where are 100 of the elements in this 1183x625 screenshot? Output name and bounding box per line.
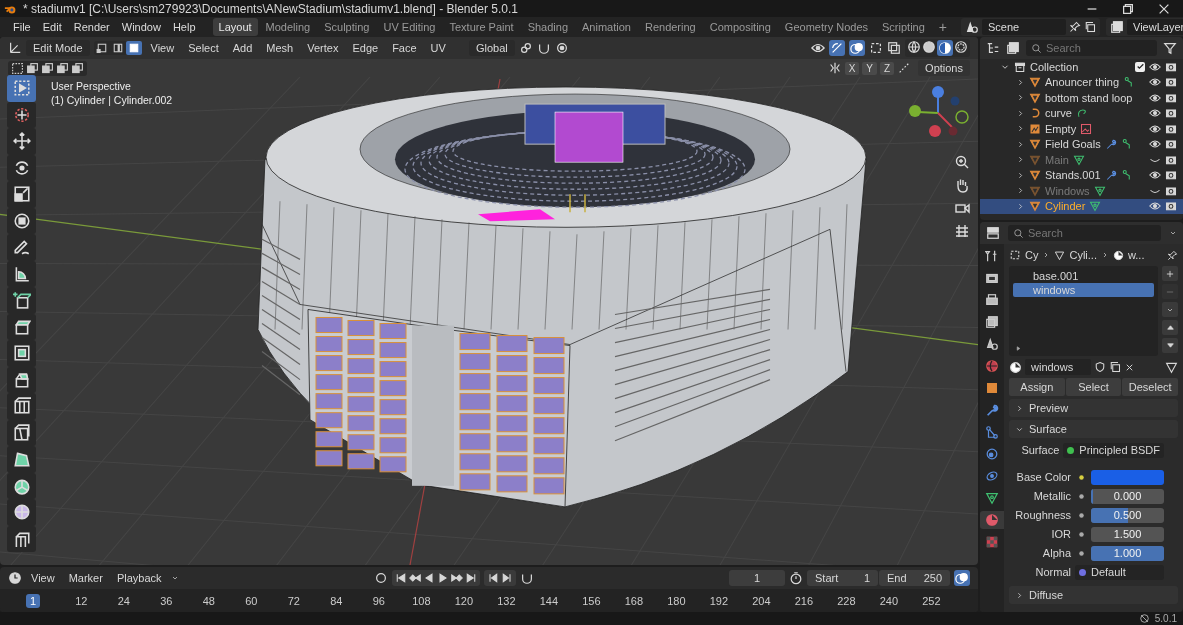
scene-field[interactable]: Scene (982, 19, 1066, 35)
solid-shading-icon[interactable] (922, 40, 936, 54)
menu-item[interactable]: Edit (37, 19, 67, 35)
selection-mode-icon[interactable] (56, 61, 69, 75)
copy-icon[interactable] (1109, 361, 1121, 373)
axis-toggle[interactable]: X (844, 61, 860, 75)
keyframe-record-icon[interactable] (373, 571, 388, 585)
navigation-gizmo-drawing[interactable] (909, 86, 969, 138)
play-icon[interactable] (436, 572, 449, 584)
copy-icon[interactable] (1084, 21, 1096, 33)
collection-name[interactable]: Collection (1030, 60, 1131, 73)
menu-item[interactable]: Mesh (261, 40, 299, 56)
camera-icon[interactable] (1165, 91, 1177, 104)
eye-icon[interactable] (811, 41, 825, 55)
workspace-tab[interactable]: Sculpting (318, 18, 376, 36)
clock-icon[interactable] (8, 571, 22, 585)
scene-icon[interactable] (965, 20, 979, 34)
selection-mode-icon[interactable] (41, 61, 54, 75)
menu-item[interactable]: View (145, 40, 180, 56)
workspace-tab[interactable]: Scripting (876, 18, 931, 36)
camera-icon[interactable] (1165, 200, 1177, 213)
axis-toggle[interactable]: Y (862, 61, 877, 75)
outliner-row[interactable]: Empty (980, 121, 1183, 137)
wireframe-shading-icon[interactable] (907, 40, 921, 54)
image-stack-icon[interactable] (1006, 41, 1020, 55)
triangle-mesh-icon[interactable] (1093, 184, 1106, 197)
expand-list-icon[interactable] (1015, 345, 1022, 352)
outliner-row[interactable]: Anouncer thing (980, 74, 1183, 90)
wrench-icon[interactable] (1104, 169, 1117, 182)
triangle-mesh-icon[interactable] (1072, 153, 1085, 166)
triangle-mesh-icon[interactable] (1165, 360, 1178, 374)
properties-search-field[interactable]: Search (1008, 225, 1161, 241)
outliner-row[interactable]: curve (980, 105, 1183, 121)
axis-toggle[interactable]: Z (879, 61, 895, 75)
current-frame-field[interactable]: 1 (729, 570, 785, 586)
pin-icon[interactable] (1069, 21, 1081, 33)
proportional-edit-icon[interactable] (554, 41, 569, 55)
camera-icon[interactable] (1165, 153, 1177, 166)
socket-dot-icon[interactable] (1076, 491, 1086, 501)
vertex-select-icon[interactable] (95, 42, 108, 54)
end-frame-field[interactable]: End 250 (879, 570, 950, 586)
start-frame-field[interactable]: Start 1 (807, 570, 878, 586)
eye-icon[interactable] (1149, 122, 1161, 135)
socket-dot-icon[interactable] (1076, 548, 1086, 558)
mesh-edit-overlay-icon[interactable] (869, 41, 883, 55)
vertex-group-icon[interactable] (1120, 138, 1133, 151)
rendered-shading-icon[interactable] (954, 40, 968, 54)
slot-action-button[interactable]: Assign (1009, 378, 1065, 396)
add-workspace-button[interactable]: + (932, 16, 953, 38)
vertex-group-icon[interactable] (1120, 169, 1133, 182)
outliner-row[interactable]: Field Goals (980, 136, 1183, 152)
exclude-checkbox[interactable] (1135, 61, 1145, 72)
vertex-group-icon[interactable] (1123, 76, 1135, 89)
zoom-icon[interactable] (954, 154, 970, 170)
tool-button[interactable] (7, 101, 36, 128)
selection-mode-icon[interactable] (11, 61, 24, 75)
next-keyframe-icon[interactable] (450, 572, 463, 584)
step-back-icon[interactable] (486, 572, 499, 584)
menu-item[interactable]: View (26, 570, 60, 586)
value-slider[interactable]: 1.000 (1091, 545, 1164, 561)
outliner-search-field[interactable]: Search (1026, 40, 1157, 56)
workspace-tab[interactable]: Layout (212, 18, 258, 36)
eye-icon[interactable] (1149, 107, 1161, 120)
add-slot-button[interactable] (1162, 266, 1178, 281)
move-up-button[interactable] (1162, 320, 1178, 335)
tool-button[interactable] (7, 525, 36, 552)
previous-keyframe-icon[interactable] (408, 572, 421, 584)
outliner-row[interactable]: Cylinder (980, 198, 1183, 214)
image-icon[interactable] (1080, 122, 1093, 135)
material-sphere-icon[interactable] (1009, 360, 1022, 374)
panel-header[interactable]: Diffuse (1009, 586, 1178, 604)
camera-icon[interactable] (1165, 76, 1177, 89)
panel-header[interactable]: Preview (1009, 399, 1178, 417)
eye-icon[interactable] (1149, 169, 1161, 182)
socket-dot-icon[interactable] (1076, 510, 1086, 520)
options-dropdown[interactable]: Options (918, 60, 970, 76)
curve-data-icon[interactable] (1075, 107, 1088, 120)
selection-mode-icon[interactable] (71, 61, 84, 75)
eye-icon[interactable] (1149, 200, 1161, 213)
menu-item[interactable]: Face (387, 40, 422, 56)
pin-icon[interactable] (1167, 249, 1178, 261)
socket-dot-icon[interactable] (1076, 472, 1086, 482)
camera-icon[interactable] (1165, 138, 1177, 151)
material-slot[interactable]: base.001 (1013, 269, 1154, 283)
value-slider[interactable]: 0.000 (1091, 488, 1164, 504)
maximize-icon[interactable] (1121, 1, 1135, 16)
material-name-field[interactable]: windows (1025, 359, 1091, 375)
menu-item[interactable]: Marker (63, 570, 108, 586)
menu-item[interactable]: Add (227, 40, 258, 56)
eye-icon[interactable] (1149, 60, 1161, 73)
workspace-tab[interactable]: Texture Paint (443, 18, 520, 36)
hand-icon[interactable] (954, 177, 970, 193)
slot-action-button[interactable]: Deselect (1122, 378, 1178, 396)
workspace-tab[interactable]: Animation (576, 18, 637, 36)
gizmo-icon[interactable] (830, 41, 844, 55)
number-field[interactable]: 1.500 (1091, 526, 1164, 542)
grid-view-icon[interactable] (954, 223, 970, 239)
shader-link-field[interactable]: Principled BSDF (1063, 442, 1164, 458)
menu-item[interactable]: File (8, 19, 36, 35)
menu-item[interactable]: Render (68, 19, 115, 35)
